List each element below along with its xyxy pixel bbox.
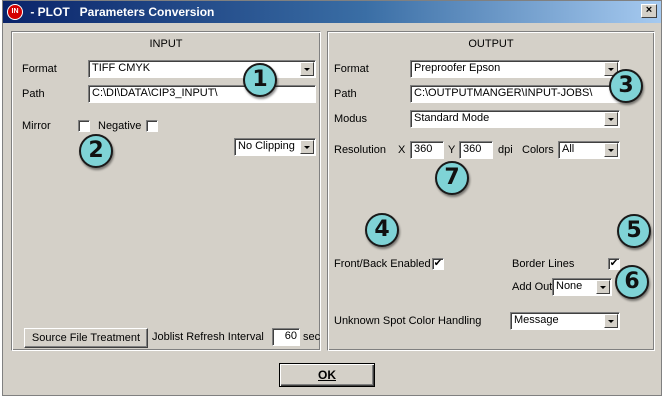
colors-select[interactable]: All [558, 141, 620, 159]
spot-color-select[interactable]: Message [510, 312, 620, 330]
refresh-interval-label: Joblist Refresh Interval [152, 331, 264, 343]
input-path-field[interactable]: C:\DI\DATA\CIP3_INPUT\ [88, 85, 316, 103]
dpi-label: dpi [498, 144, 513, 156]
callout-5: 5 [617, 214, 651, 248]
colors-label: Colors [522, 144, 554, 156]
resolution-x-label: X [398, 144, 406, 156]
modus-value: Standard Mode [414, 112, 490, 124]
window-title: - PLOT Parameters Conversion [27, 5, 215, 19]
border-lines-checkbox[interactable]: ✔ [608, 258, 620, 270]
refresh-interval-unit: sec [303, 331, 321, 343]
resolution-x-field[interactable]: 360 [410, 141, 444, 159]
output-format-select[interactable]: Preproofer Epson [410, 60, 620, 78]
colors-value: All [562, 143, 575, 155]
chevron-down-icon[interactable] [300, 140, 314, 154]
resolution-y-field[interactable]: 360 [459, 141, 493, 159]
app-icon: IN [7, 4, 23, 20]
front-back-label: Front/Back Enabled [334, 258, 431, 270]
chevron-down-icon[interactable] [300, 62, 314, 76]
output-path-label: Path [334, 88, 357, 100]
callout-2: 2 [79, 134, 113, 168]
input-format-value: TIFF CMYK [92, 62, 151, 74]
chevron-down-icon[interactable] [604, 143, 618, 157]
callout-3: 3 [609, 69, 643, 103]
negative-label: Negative [98, 120, 142, 132]
resolution-x-value: 360 [414, 143, 433, 155]
modus-select[interactable]: Standard Mode [410, 110, 620, 128]
parameters-conversion-window: IN - PLOT Parameters Conversion × INPUT … [2, 0, 662, 396]
spot-color-label: Unknown Spot Color Handling [334, 315, 482, 327]
ok-button[interactable]: OK [279, 363, 375, 387]
mirror-checkbox[interactable] [78, 120, 90, 132]
output-path-field[interactable]: C:\OUTPUTMANGER\INPUT-JOBS\ [410, 85, 620, 103]
negative-checkbox[interactable] [146, 120, 158, 132]
refresh-interval-field[interactable]: 60 [272, 328, 300, 346]
spot-color-value: Message [514, 314, 559, 326]
add-out-label: Add Out [512, 281, 553, 293]
ok-button-label: OK [318, 368, 336, 382]
output-path-value: C:\OUTPUTMANGER\INPUT-JOBS\ [414, 87, 593, 99]
callout-7: 7 [435, 161, 469, 195]
add-out-value: None [556, 280, 583, 292]
output-format-label: Format [334, 63, 369, 75]
resolution-label: Resolution [334, 144, 386, 156]
input-format-select[interactable]: TIFF CMYK [88, 60, 316, 78]
clipping-select[interactable]: No Clipping [234, 138, 316, 156]
output-panel: OUTPUT Format Preproofer Epson Path C:\O… [327, 31, 655, 351]
source-file-treatment-button[interactable]: Source File Treatment [24, 328, 148, 348]
close-button[interactable]: × [641, 4, 657, 18]
resolution-y-label: Y [448, 144, 456, 156]
front-back-checkbox[interactable]: ✔ [432, 258, 444, 270]
chevron-down-icon[interactable] [596, 280, 610, 294]
chevron-down-icon[interactable] [604, 112, 618, 126]
output-panel-title: OUTPUT [468, 38, 514, 50]
refresh-interval-value: 60 [284, 330, 297, 342]
chevron-down-icon[interactable] [604, 314, 618, 328]
border-lines-label: Border Lines [512, 258, 575, 270]
input-format-label: Format [22, 63, 57, 75]
clipping-value: No Clipping [238, 140, 295, 152]
callout-6: 6 [615, 265, 649, 299]
resolution-y-value: 360 [463, 143, 482, 155]
input-path-value: C:\DI\DATA\CIP3_INPUT\ [92, 87, 218, 99]
title-bar[interactable]: IN - PLOT Parameters Conversion × [3, 1, 661, 23]
callout-1: 1 [243, 63, 277, 97]
output-format-value: Preproofer Epson [414, 62, 501, 74]
callout-4: 4 [365, 213, 399, 247]
mirror-label: Mirror [22, 120, 51, 132]
input-path-label: Path [22, 88, 45, 100]
input-panel-title: INPUT [149, 38, 183, 50]
add-out-select[interactable]: None [552, 278, 612, 296]
modus-label: Modus [334, 113, 368, 125]
